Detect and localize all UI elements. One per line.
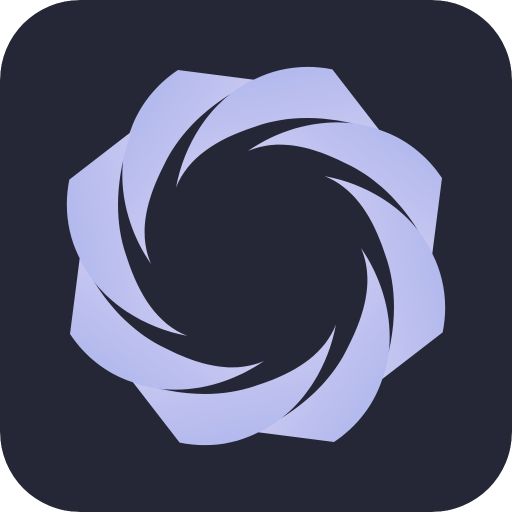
aperture-flower-icon <box>0 0 512 512</box>
app-icon[interactable] <box>0 0 512 512</box>
icon-background <box>0 0 512 512</box>
